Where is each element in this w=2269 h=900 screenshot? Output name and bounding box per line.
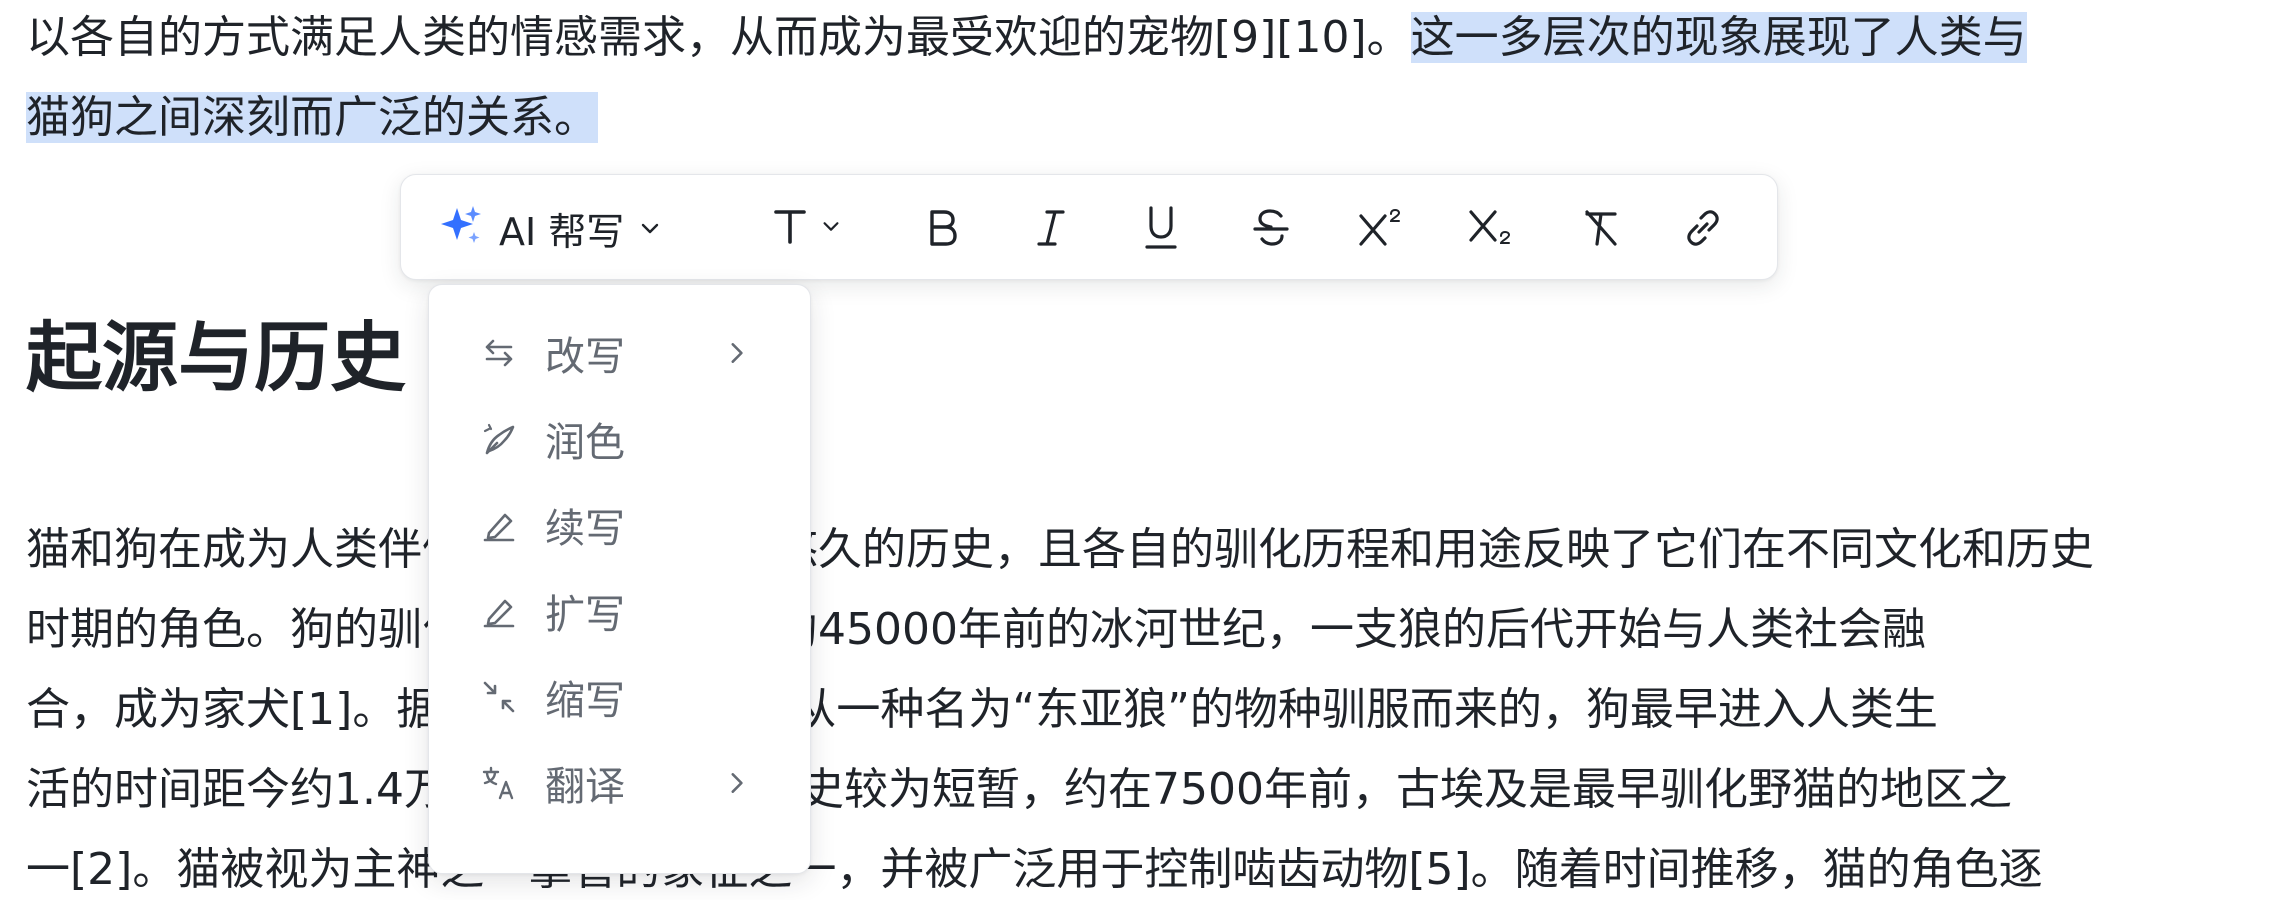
superscript-icon — [1357, 206, 1405, 250]
document-canvas[interactable]: 以各自的方式满足人类的情感需求，从而成为最受欢迎的宠物[9][10]。这一多层次… — [0, 0, 2269, 895]
underline-button[interactable] — [1125, 175, 1197, 281]
clear-format-icon — [1581, 206, 1621, 250]
menu-item-translate[interactable]: 翻译 — [429, 740, 810, 826]
chevron-down-icon — [820, 215, 842, 241]
format-toolbar: AI 帮写 — [400, 174, 1778, 280]
pen-icon — [479, 591, 519, 631]
menu-item-shorten[interactable]: 缩写 — [429, 654, 810, 740]
swap-icon — [479, 333, 519, 373]
menu-item-rewrite[interactable]: 改写 — [429, 310, 810, 396]
paragraph-text: 以各自的方式满足人类的情感需求，从而成为最受欢迎的宠物[9][10]。 — [26, 12, 1411, 63]
sparkle-icon — [437, 202, 485, 254]
link-button[interactable] — [1667, 175, 1739, 281]
paragraph-line[interactable]: 以各自的方式满足人类的情感需求，从而成为最受欢迎的宠物[9][10]。这一多层次… — [26, 8, 2027, 68]
translate-icon — [479, 763, 519, 803]
paragraph-line: 合，成为家犬[1]。据研究，今天的狗是从一种名为“东亚狼”的物种驯服而来的，狗最… — [26, 684, 1938, 735]
paragraph-line[interactable]: 猫狗之间深刻而广泛的关系。 — [26, 88, 598, 148]
bold-button[interactable] — [905, 175, 977, 281]
menu-item-label: 缩写 — [545, 678, 625, 724]
superscript-button[interactable] — [1345, 175, 1417, 281]
section-heading: 起源与历史 — [26, 313, 406, 402]
paragraph-line: 猫和狗在成为人类伴侣的过程中都有着悠久的历史，且各自的驯化历程和用途反映了它们在… — [26, 524, 2094, 575]
ai-write-label: AI 帮写 — [499, 209, 625, 254]
menu-item-expand[interactable]: 扩写 — [429, 568, 810, 654]
menu-item-polish[interactable]: 润色 — [429, 396, 810, 482]
subscript-button[interactable] — [1455, 175, 1527, 281]
chevron-down-icon — [638, 216, 662, 240]
selected-text: 这一多层次的现象展现了人类与 — [1410, 12, 2027, 63]
italic-button[interactable] — [1015, 175, 1087, 281]
menu-item-label: 续写 — [545, 506, 625, 552]
ai-write-button[interactable]: AI 帮写 — [437, 175, 697, 281]
menu-item-label: 润色 — [545, 420, 625, 466]
pen-icon — [479, 505, 519, 545]
menu-item-label: 改写 — [545, 334, 625, 380]
italic-icon — [1033, 206, 1069, 250]
menu-item-label: 扩写 — [545, 592, 625, 638]
text-style-button[interactable] — [751, 175, 861, 281]
paragraph-line: 一[2]。猫被视为主神之一掌管的象征之一，并被广泛用于控制啮齿动物[5]。随着时… — [26, 844, 2043, 895]
bold-icon — [923, 206, 959, 250]
paragraph-line: 活的时间距今约1.4万年前。猫的驯化历史较为短暂，约在7500年前，古埃及是最早… — [26, 764, 2012, 815]
strikethrough-button[interactable] — [1235, 175, 1307, 281]
paragraph-line: 时期的角色。狗的驯化历史可以追溯到约45000年前的冰河世纪，一支狼的后代开始与… — [26, 604, 1926, 655]
chevron-right-icon — [722, 339, 750, 367]
selected-text: 猫狗之间深刻而广泛的关系。 — [26, 92, 598, 143]
strikethrough-icon — [1251, 206, 1291, 250]
shrink-icon — [479, 677, 519, 717]
chevron-right-icon — [722, 769, 750, 797]
subscript-icon — [1467, 206, 1515, 250]
brush-icon — [479, 419, 519, 459]
underline-icon — [1143, 204, 1179, 252]
ai-write-menu: 改写 润色 续写 扩写 缩写 翻译 — [428, 284, 811, 874]
text-style-icon — [770, 204, 810, 252]
menu-item-continue-writing[interactable]: 续写 — [429, 482, 810, 568]
clear-format-button[interactable] — [1565, 175, 1637, 281]
link-icon — [1681, 206, 1725, 250]
menu-item-label: 翻译 — [545, 764, 625, 810]
